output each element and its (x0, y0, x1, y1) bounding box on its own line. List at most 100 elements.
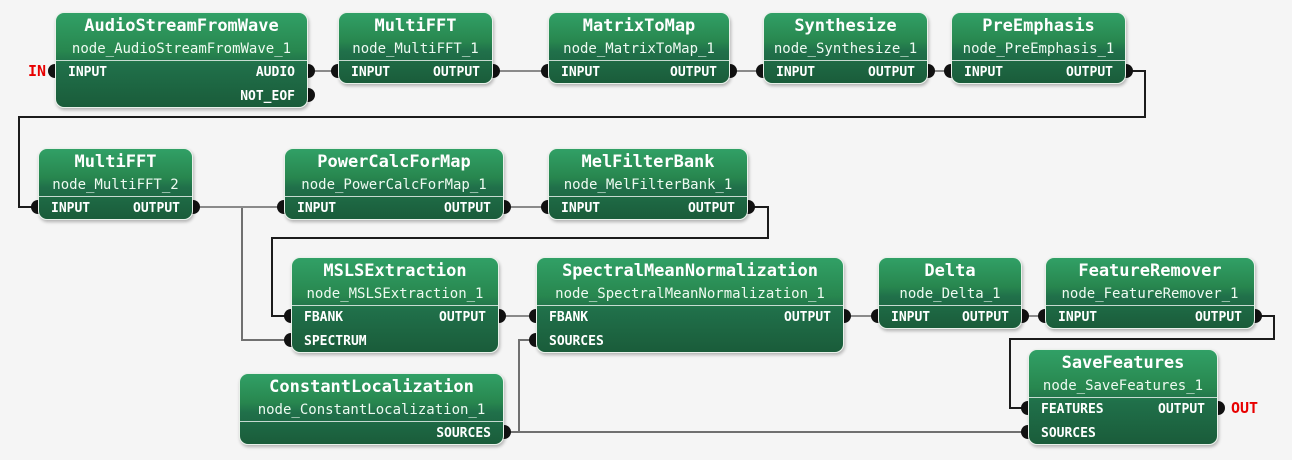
input-port-label[interactable]: INPUT (68, 61, 107, 85)
node-instance-name: node_Delta_1 (879, 284, 1021, 304)
node-title: Synthesize (764, 13, 927, 39)
node-ports: INPUT AUDIONOT_EOF (56, 60, 307, 109)
port-row: FBANK OUTPUT (537, 306, 843, 330)
port-row: INPUT OUTPUT (764, 61, 927, 85)
node-instance-name: node_FeatureRemover_1 (1046, 284, 1254, 304)
node-title: ConstantLocalization (240, 374, 503, 400)
node-title: MultiFFT (339, 13, 492, 39)
graph-node-node_MultiFFT_2[interactable]: MultiFFTnode_MultiFFT_2INPUT OUTPUT (38, 148, 193, 220)
node-instance-name: node_AudioStreamFromWave_1 (56, 39, 307, 59)
output-port-label[interactable]: OUTPUT (133, 197, 180, 221)
node-title: SaveFeatures (1029, 350, 1217, 376)
port-row: INPUT OUTPUT (285, 197, 503, 221)
output-port-label[interactable]: OUTPUT (1195, 306, 1242, 330)
input-port-label[interactable]: SPECTRUM (304, 330, 367, 354)
graph-node-node_Delta_1[interactable]: Deltanode_Delta_1INPUT OUTPUT (878, 257, 1022, 329)
node-instance-name: node_MSLSExtraction_1 (292, 284, 498, 304)
node-instance-name: node_Synthesize_1 (764, 39, 927, 59)
flow-diagram-canvas: IN OUT AudioStreamFromWavenode_AudioStre… (0, 0, 1292, 460)
node-instance-name: node_PowerCalcForMap_1 (285, 175, 503, 195)
node-instance-name: node_MelFilterBank_1 (549, 175, 747, 195)
node-instance-name: node_SpectralMeanNormalization_1 (537, 284, 843, 304)
input-port-label[interactable]: SOURCES (1041, 422, 1096, 446)
output-port-label[interactable]: OUTPUT (688, 197, 735, 221)
node-title: MelFilterBank (549, 149, 747, 175)
node-instance-name: node_MultiFFT_2 (39, 175, 192, 195)
input-port-label[interactable]: INPUT (1058, 306, 1097, 330)
input-port-label[interactable]: INPUT (776, 61, 815, 85)
node-ports: FEATURES OUTPUT SOURCES (1029, 397, 1217, 446)
input-port-label[interactable]: FBANK (304, 306, 343, 330)
node-title: SpectralMeanNormalization (537, 258, 843, 284)
port-row: INPUT OUTPUT (39, 197, 192, 221)
node-instance-name: node_SaveFeatures_1 (1029, 376, 1217, 396)
input-port-label[interactable]: INPUT (561, 197, 600, 221)
output-port-label[interactable]: OUTPUT (962, 306, 1009, 330)
input-port-label[interactable]: INPUT (964, 61, 1003, 85)
output-port-label[interactable]: OUTPUT (433, 61, 480, 85)
node-ports: INPUT OUTPUT (285, 196, 503, 221)
output-port-label[interactable]: OUTPUT (670, 61, 717, 85)
graph-node-node_MatrixToMap_1[interactable]: MatrixToMapnode_MatrixToMap_1INPUT OUTPUT (548, 12, 730, 84)
graph-node-node_MelFilterBank_1[interactable]: MelFilterBanknode_MelFilterBank_1INPUT OU… (548, 148, 748, 220)
graph-node-node_MultiFFT_1[interactable]: MultiFFTnode_MultiFFT_1INPUT OUTPUT (338, 12, 493, 84)
graph-node-node_PowerCalcForMap_1[interactable]: PowerCalcForMapnode_PowerCalcForMap_1INP… (284, 148, 504, 220)
node-ports: INPUT OUTPUT (764, 60, 927, 85)
node-ports: INPUT OUTPUT (1046, 305, 1254, 330)
node-title: MSLSExtraction (292, 258, 498, 284)
output-port-label[interactable]: OUTPUT (439, 306, 486, 330)
output-port-label[interactable]: SOURCES (436, 422, 491, 446)
node-ports: INPUT OUTPUT (879, 305, 1021, 330)
input-port-label[interactable]: INPUT (891, 306, 930, 330)
node-ports: FBANK OUTPUT SPECTRUM (292, 305, 498, 354)
output-port-label[interactable]: OUTPUT (868, 61, 915, 85)
input-port-label[interactable]: FEATURES (1041, 398, 1104, 422)
port-row: INPUT AUDIO (56, 61, 307, 85)
input-port-label[interactable]: SOURCES (549, 330, 604, 354)
node-title: MultiFFT (39, 149, 192, 175)
node-instance-name: node_ConstantLocalization_1 (240, 400, 503, 420)
output-port-label[interactable]: OUTPUT (784, 306, 831, 330)
port-row: NOT_EOF (56, 85, 307, 109)
output-port-label[interactable]: NOT_EOF (240, 85, 295, 109)
graph-node-node_SaveFeatures_1[interactable]: SaveFeaturesnode_SaveFeatures_1FEATURES O… (1028, 349, 1218, 445)
port-row: SOURCES (1029, 422, 1217, 446)
port-row: INPUT OUTPUT (1046, 306, 1254, 330)
node-ports: INPUT OUTPUT (39, 196, 192, 221)
node-title: AudioStreamFromWave (56, 13, 307, 39)
graph-node-node_AudioStreamFromWave_1[interactable]: AudioStreamFromWavenode_AudioStreamFromW… (55, 12, 308, 108)
node-instance-name: node_PreEmphasis_1 (952, 39, 1125, 59)
output-port-label[interactable]: OUTPUT (444, 197, 491, 221)
node-ports: INPUT OUTPUT (952, 60, 1125, 85)
network-input-label: IN (0, 63, 46, 79)
port-row: SOURCES (537, 330, 843, 354)
input-port-label[interactable]: FBANK (549, 306, 588, 330)
node-ports: INPUT OUTPUT (549, 196, 747, 221)
node-title: PowerCalcForMap (285, 149, 503, 175)
graph-node-node_SpectralMeanNormalization_1[interactable]: SpectralMeanNormalizationnode_SpectralMe… (536, 257, 844, 353)
node-ports: INPUT OUTPUT (549, 60, 729, 85)
node-title: FeatureRemover (1046, 258, 1254, 284)
input-port-label[interactable]: INPUT (51, 197, 90, 221)
node-instance-name: node_MultiFFT_1 (339, 39, 492, 59)
port-row: INPUT OUTPUT (549, 61, 729, 85)
output-port-label[interactable]: OUTPUT (1158, 398, 1205, 422)
graph-node-node_MSLSExtraction_1[interactable]: MSLSExtractionnode_MSLSExtraction_1FBANK… (291, 257, 499, 353)
port-row: SOURCES (240, 422, 503, 446)
wire (504, 340, 536, 432)
node-ports: FBANK OUTPUT SOURCES (537, 305, 843, 354)
graph-node-node_ConstantLocalization_1[interactable]: ConstantLocalizationnode_ConstantLocaliz… (239, 373, 504, 445)
graph-node-node_Synthesize_1[interactable]: Synthesizenode_Synthesize_1INPUT OUTPUT (763, 12, 928, 84)
input-port-label[interactable]: INPUT (297, 197, 336, 221)
graph-node-node_PreEmphasis_1[interactable]: PreEmphasisnode_PreEmphasis_1INPUTOUTPUT (951, 12, 1126, 84)
node-title: Delta (879, 258, 1021, 284)
output-port-label[interactable]: OUTPUT (1066, 61, 1113, 85)
graph-node-node_FeatureRemover_1[interactable]: FeatureRemovernode_FeatureRemover_1INPUT… (1045, 257, 1255, 329)
input-port-label[interactable]: INPUT (561, 61, 600, 85)
input-port-label[interactable]: INPUT (351, 61, 390, 85)
node-instance-name: node_MatrixToMap_1 (549, 39, 729, 59)
port-row: FEATURES OUTPUT (1029, 398, 1217, 422)
output-port-label[interactable]: AUDIO (256, 61, 295, 85)
node-title: MatrixToMap (549, 13, 729, 39)
port-row: INPUT OUTPUT (339, 61, 492, 85)
